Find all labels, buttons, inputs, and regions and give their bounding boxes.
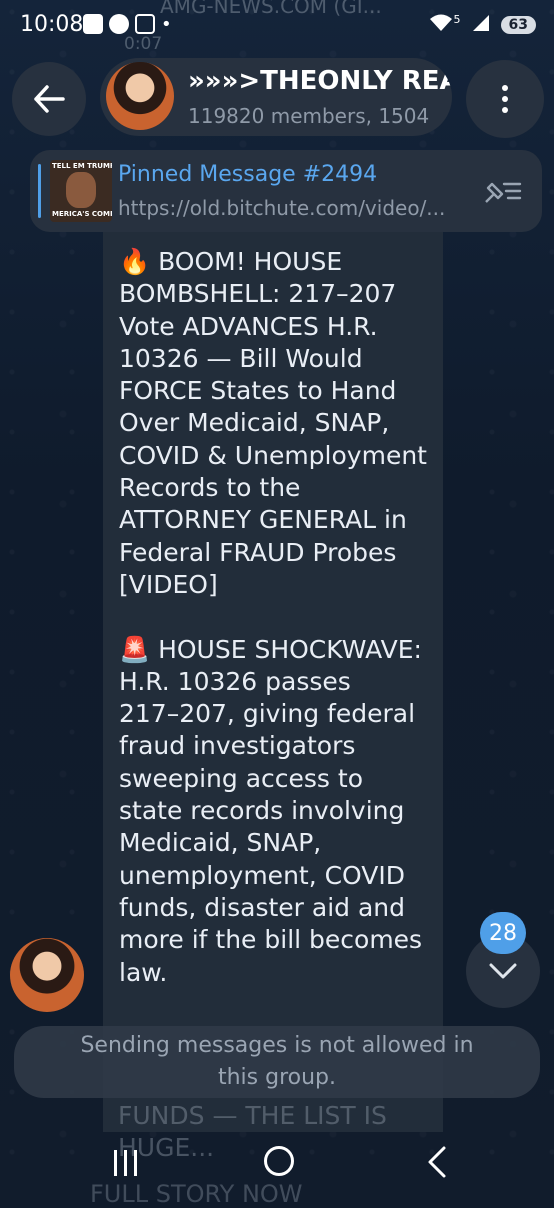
system-icons: 5 63 [428, 13, 536, 37]
network-type: 5 [453, 12, 461, 26]
vertical-dots-icon [502, 85, 508, 113]
chat-header: »»»>THEONLY REA 119820 members, 1504 [0, 58, 554, 138]
channel-title: »»»>THEONLY REA [188, 66, 452, 96]
thumbnail-caption-bottom: MERICA'S COMING WIT [52, 210, 112, 218]
pinned-title: Pinned Message #2494 [118, 162, 378, 187]
pinned-message-bar[interactable]: TELL EM TRUMP'S COM MERICA'S COMING WIT … [30, 150, 542, 232]
channel-avatar [106, 62, 174, 130]
pinned-thumbnail: TELL EM TRUMP'S COM MERICA'S COMING WIT [50, 160, 112, 222]
chevron-down-icon [489, 963, 517, 979]
system-back-button[interactable] [422, 1144, 452, 1180]
battery-indicator: 63 [500, 16, 536, 34]
thumbnail-face [66, 172, 96, 208]
sender-avatar[interactable] [10, 938, 84, 1012]
pinned-list-icon[interactable] [482, 176, 522, 206]
sending-disabled-notice: Sending messages is not allowed in this … [14, 1026, 540, 1098]
ghost-notification-title: AMG-NEWS.COM (GI... [160, 0, 382, 18]
pinned-link: https://old.bitchute.com/video/... [118, 196, 446, 220]
circle-notification-icon [109, 14, 129, 34]
app-notification-icon [83, 14, 103, 34]
chat-info-button[interactable]: »»»>THEONLY REA 119820 members, 1504 [100, 58, 452, 136]
thumbnail-caption-top: TELL EM TRUMP'S COM [52, 162, 112, 170]
screenshot-icon [135, 14, 155, 34]
unread-count-badge: 28 [480, 912, 526, 954]
recents-button[interactable] [110, 1150, 140, 1176]
member-count: 119820 members, 1504 [188, 104, 430, 128]
system-navigation-bar [0, 1140, 554, 1200]
more-options-button[interactable] [466, 60, 544, 138]
status-bar: AMG-NEWS.COM (GI... 0:07 10:08 • 5 63 [0, 0, 554, 54]
message-text: 🔥 BOOM! HOUSE BOMBSHELL: 217–207 Vote AD… [119, 247, 427, 987]
more-dot-icon: • [161, 14, 172, 35]
message-bubble[interactable]: 🔥 BOOM! HOUSE BOMBSHELL: 217–207 Vote AD… [103, 232, 443, 1132]
arrow-left-icon [34, 85, 65, 113]
notice-text: Sending messages is not allowed in this … [80, 1033, 474, 1090]
wifi-icon [428, 13, 454, 37]
signal-icon [471, 13, 491, 37]
pinned-indicator [38, 164, 41, 218]
clock: 10:08 [20, 12, 84, 37]
notification-icons: • [83, 14, 172, 35]
back-button[interactable] [12, 62, 86, 136]
home-button[interactable] [264, 1146, 294, 1176]
ghost-timer: 0:07 [124, 34, 163, 54]
